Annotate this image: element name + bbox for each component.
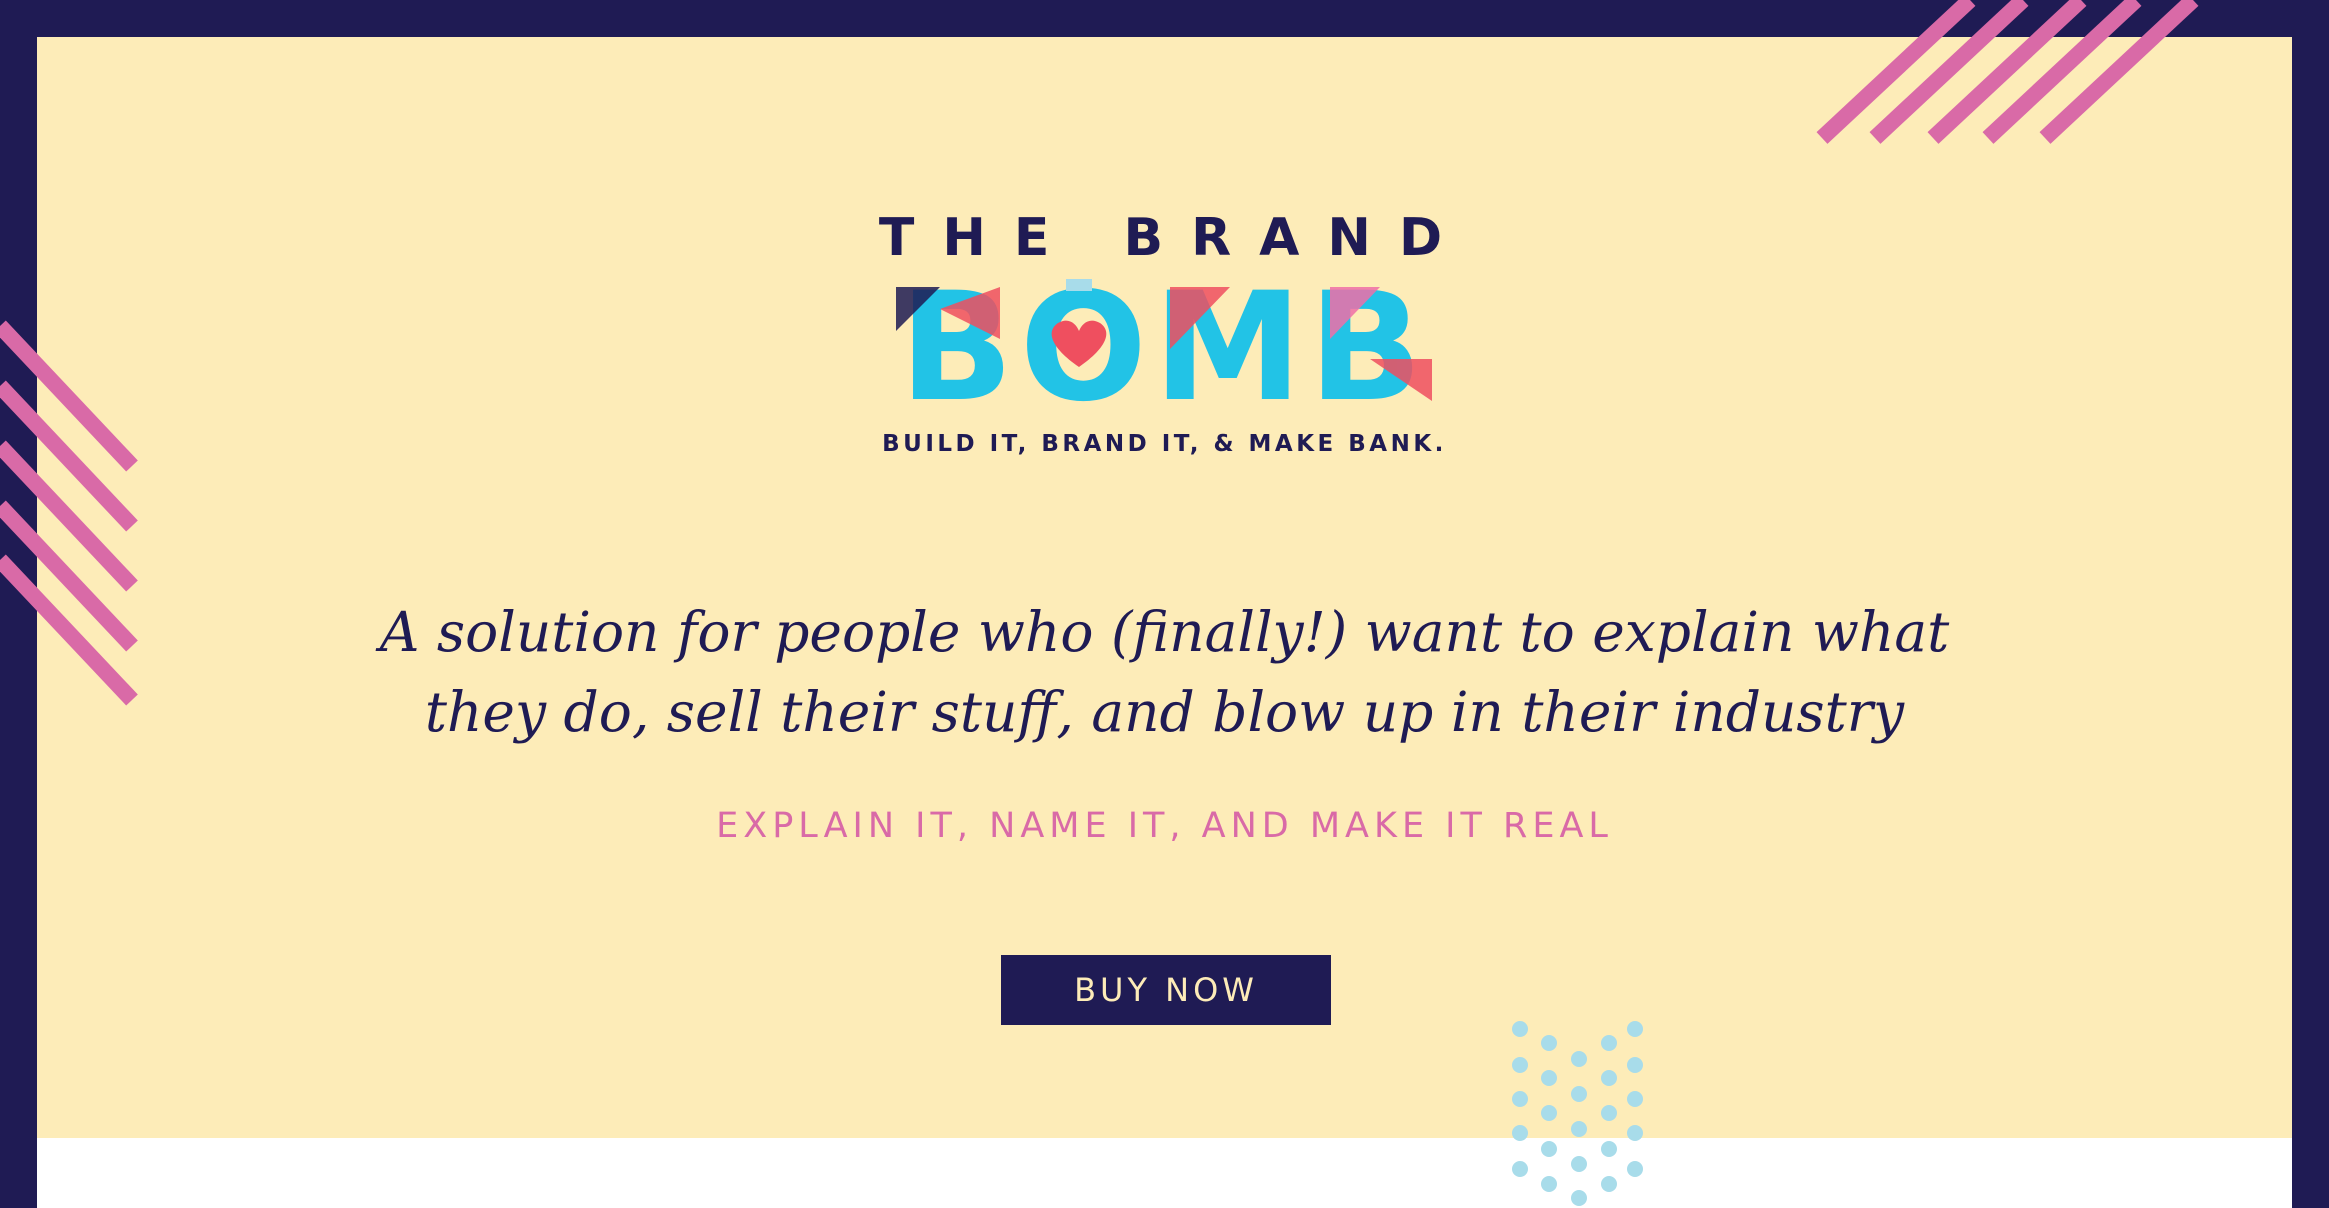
dot-pattern-icon xyxy=(1512,1021,1643,1206)
brand-logo-word: BOMB xyxy=(896,279,1432,409)
headline-line-2: they do, sell their stuff, and blow up i… xyxy=(424,680,1905,744)
stripes-top-right-icon xyxy=(1816,0,2199,144)
hero-headline: A solution for people who (finally!) wan… xyxy=(0,592,2329,752)
brand-top-line: THE BRAND xyxy=(878,208,1471,268)
hero-subhead: EXPLAIN IT, NAME IT, AND MAKE IT REAL xyxy=(716,806,1613,846)
buy-now-button[interactable]: BUY NOW xyxy=(1001,955,1331,1025)
headline-line-1: A solution for people who (finally!) wan… xyxy=(379,600,1950,664)
buy-now-label: BUY NOW xyxy=(1074,971,1258,1009)
brand-tagline: BUILD IT, BRAND IT, & MAKE BANK. xyxy=(882,431,1447,457)
